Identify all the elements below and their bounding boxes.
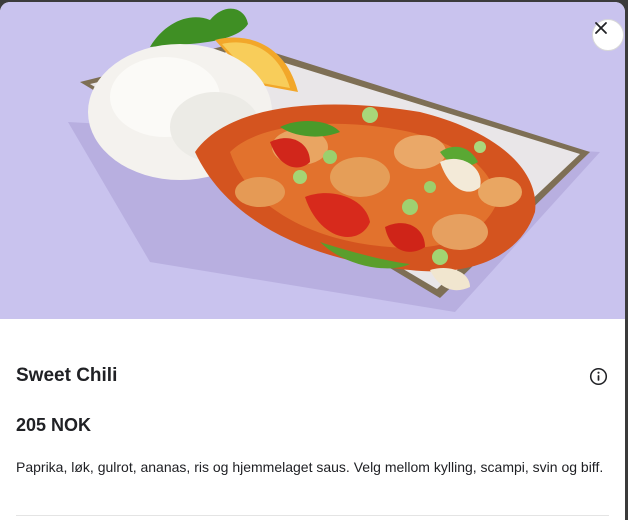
info-icon xyxy=(589,367,607,385)
dish-illustration xyxy=(68,8,600,312)
product-modal: Sweet Chili 205 NOK Paprika, løk, gulrot… xyxy=(0,2,625,520)
product-details: Sweet Chili 205 NOK Paprika, løk, gulrot… xyxy=(16,319,609,520)
close-button[interactable] xyxy=(592,19,624,51)
product-price: 205 NOK xyxy=(16,415,92,435)
product-image xyxy=(0,2,625,319)
close-icon xyxy=(595,22,607,34)
title-row: Sweet Chili xyxy=(16,363,609,389)
product-description: Paprika, løk, gulrot, ananas, ris og hje… xyxy=(16,459,604,475)
product-title: Sweet Chili xyxy=(16,365,118,386)
divider xyxy=(16,515,609,516)
info-button[interactable] xyxy=(587,365,609,387)
